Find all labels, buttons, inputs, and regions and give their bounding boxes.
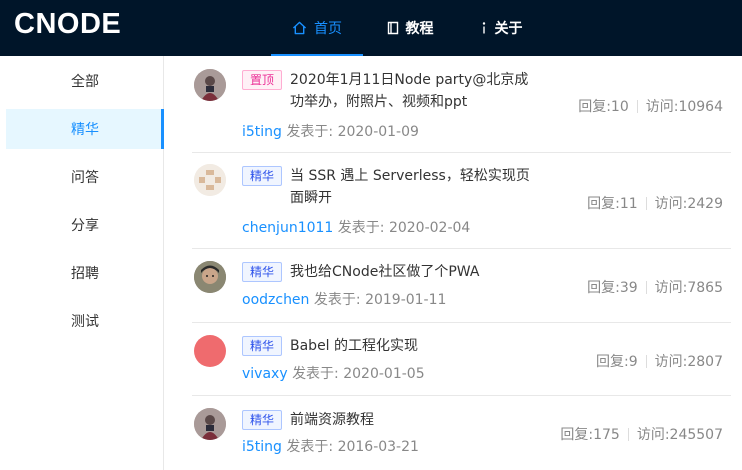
tag-good: 精华 (242, 262, 283, 282)
sidebar-item-good[interactable]: 精华 (6, 109, 164, 149)
topic-item[interactable]: 置顶 2020年1月11日Node party@北京成功举办，附照片、视频和pp… (192, 56, 731, 153)
user-avatar[interactable] (194, 69, 226, 101)
user-avatar[interactable] (194, 408, 226, 440)
tag-good: 精华 (242, 166, 283, 186)
topic-title[interactable]: 我也给CNode社区做了个PWA (290, 261, 590, 283)
home-icon (292, 21, 307, 35)
info-icon (480, 21, 488, 35)
posted-label: 发表于: (337, 220, 385, 236)
sidebar-item-ask[interactable]: 问答 (6, 157, 164, 197)
user-avatar[interactable] (194, 164, 226, 196)
topic-date: 2019-01-11 (365, 292, 447, 308)
visit-count: 访问:7865 (654, 280, 723, 296)
topic-title[interactable]: 2020年1月11日Node party@北京成功举办，附照片、视频和ppt (290, 69, 540, 113)
nav-tutorial-label: 教程 (405, 21, 434, 37)
nav-home-label: 首页 (314, 21, 342, 37)
site-logo[interactable]: CNODE (14, 8, 121, 41)
topic-author[interactable]: chenjun1011 (242, 220, 333, 236)
reply-count: 回复:39 (587, 280, 638, 296)
book-icon (387, 21, 399, 35)
topic-item[interactable]: 精华 Babel 的工程化实现 vivaxy 发表于: 2020-01-05 回… (192, 323, 731, 396)
tag-pinned: 置顶 (242, 70, 283, 90)
user-avatar[interactable] (194, 335, 226, 367)
topic-title[interactable]: Babel 的工程化实现 (290, 335, 590, 357)
posted-label: 发表于: (286, 439, 334, 455)
topic-author[interactable]: i5ting (242, 124, 282, 140)
tag-good: 精华 (242, 336, 283, 356)
visit-count: 访问:10964 (645, 99, 723, 115)
posted-label: 发表于: (286, 124, 334, 140)
topic-item[interactable]: 精华 我也给CNode社区做了个PWA oodzchen 发表于: 2019-0… (192, 249, 731, 323)
visit-count: 访问:245507 (636, 427, 723, 443)
visit-count: 访问:2429 (654, 196, 723, 212)
reply-count: 回复:11 (587, 196, 638, 212)
topic-title[interactable]: 当 SSR 遇上 Serverless，轻松实现页面瞬开 (290, 165, 540, 209)
topic-author[interactable]: vivaxy (242, 366, 288, 382)
nav-about[interactable]: 关于 (462, 0, 540, 56)
sidebar-item-job[interactable]: 招聘 (6, 253, 164, 293)
topic-date: 2016-03-21 (337, 439, 419, 455)
posted-label: 发表于: (313, 292, 361, 308)
nav-tutorial[interactable]: 教程 (368, 0, 452, 56)
nav-home[interactable]: 首页 (271, 0, 363, 56)
tag-good: 精华 (242, 410, 283, 430)
reply-count: 回复:10 (578, 99, 629, 115)
topic-title[interactable]: 前端资源教程 (290, 409, 590, 431)
sidebar: 全部 精华 问答 分享 招聘 测试 (0, 56, 164, 470)
topic-date: 2020-01-05 (343, 366, 425, 382)
user-avatar[interactable] (194, 261, 226, 293)
visit-count: 访问:2807 (654, 354, 723, 370)
reply-count: 回复:9 (596, 354, 638, 370)
posted-label: 发表于: (292, 366, 339, 382)
reply-count: 回复:175 (560, 427, 620, 443)
topic-author[interactable]: i5ting (242, 439, 282, 455)
sidebar-item-all[interactable]: 全部 (6, 61, 164, 101)
topic-date: 2020-01-09 (337, 124, 419, 140)
sidebar-item-share[interactable]: 分享 (6, 205, 164, 245)
sidebar-item-dev[interactable]: 测试 (6, 301, 164, 341)
topic-author[interactable]: oodzchen (242, 292, 309, 308)
topic-item[interactable]: 精华 当 SSR 遇上 Serverless，轻松实现页面瞬开 chenjun1… (192, 153, 731, 249)
nav-about-label: 关于 (494, 21, 523, 37)
topic-date: 2020-02-04 (388, 220, 471, 236)
top-navbar: CNODE 首页 教程 关于 (0, 0, 742, 56)
topic-item[interactable]: 精华 前端资源教程 i5ting 发表于: 2016-03-21 回复:175 访… (192, 396, 731, 470)
